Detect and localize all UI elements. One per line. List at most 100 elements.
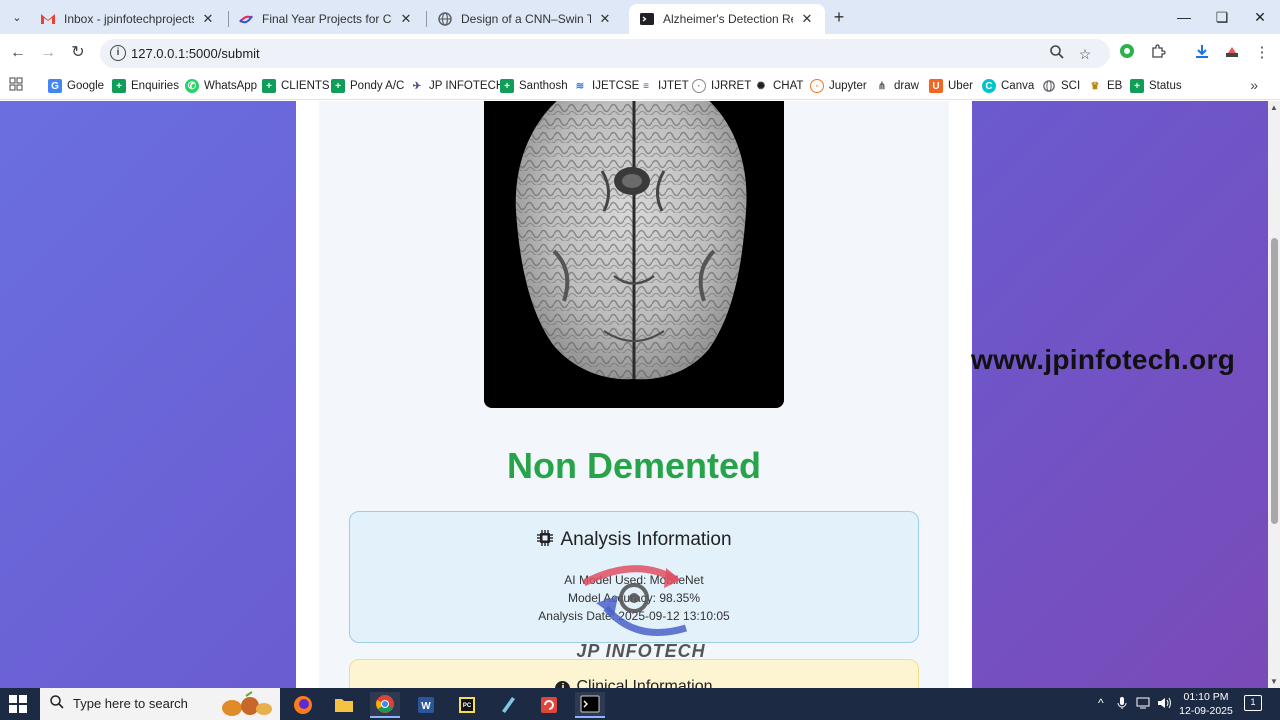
taskbar-search-box[interactable]: Type here to search xyxy=(40,688,280,720)
bookmark-sci[interactable]: SCI xyxy=(1042,76,1080,96)
tab-final-year-projects[interactable]: Final Year Projects for Compute ✕ xyxy=(228,4,424,34)
bookmark-jupyter[interactable]: ◦ Jupyter xyxy=(810,76,867,96)
canva-icon: C xyxy=(982,79,996,93)
reload-icon[interactable]: ↻ xyxy=(68,43,88,63)
scroll-up-arrow-icon[interactable]: ▲ xyxy=(1270,103,1278,112)
microphone-icon[interactable] xyxy=(1117,696,1127,713)
scrollbar-thumb[interactable] xyxy=(1271,238,1278,524)
volume-icon[interactable] xyxy=(1157,696,1173,713)
jp-infotech-logo-watermark: JP INFOTECH xyxy=(566,558,716,663)
website-watermark: www.jpinfotech.org xyxy=(971,344,1236,375)
forward-arrow-icon[interactable]: → xyxy=(38,43,58,63)
tray-expand-icon[interactable]: ^ xyxy=(1098,696,1104,710)
page-scrollbar[interactable]: ▲ ▼ xyxy=(1268,101,1280,688)
bookmark-label: JP INFOTECH xyxy=(429,80,505,92)
svg-text:PC: PC xyxy=(463,703,472,709)
bookmark-uber[interactable]: U Uber xyxy=(929,76,973,96)
bookmark-jp-infotech[interactable]: ✈ JP INFOTECH xyxy=(410,76,504,96)
bookmark-label: IJTET xyxy=(658,80,689,92)
profile-icon[interactable] xyxy=(1222,43,1242,63)
sheets-icon: + xyxy=(331,79,345,93)
bookmark-pondy-ac[interactable]: + Pondy A/C xyxy=(331,76,404,96)
close-icon[interactable]: ✕ xyxy=(200,11,216,27)
close-icon[interactable]: ✕ xyxy=(597,11,613,27)
bookmark-star-icon[interactable]: ☆ xyxy=(1076,45,1094,63)
tab-title: Final Year Projects for Compute xyxy=(262,12,392,26)
minimize-icon[interactable]: — xyxy=(1164,4,1204,30)
terminal-app-icon[interactable] xyxy=(575,692,605,718)
clinical-info-title: Clinical Information xyxy=(576,678,713,688)
file-explorer-icon[interactable] xyxy=(329,692,359,718)
bookmark-enquiries[interactable]: + Enquiries xyxy=(112,76,179,96)
scroll-down-arrow-icon[interactable]: ▼ xyxy=(1270,677,1278,686)
word-icon[interactable]: W xyxy=(411,692,441,718)
bookmark-ijtet[interactable]: ≡ IJTET xyxy=(639,76,689,96)
tab-search-icon[interactable]: ⌄ xyxy=(6,7,28,27)
bookmark-label: Status xyxy=(1149,80,1182,92)
extension-green-icon[interactable] xyxy=(1117,43,1137,63)
jp-logo-icon xyxy=(238,11,254,27)
analysis-info-header: Analysis Information xyxy=(350,529,918,551)
pycharm-icon[interactable]: PC xyxy=(452,692,482,718)
site-info-icon[interactable]: i xyxy=(110,45,126,61)
bookmark-canva[interactable]: C Canva xyxy=(982,76,1034,96)
firefox-icon[interactable] xyxy=(288,692,318,718)
bookmark-clients[interactable]: + CLIENTS xyxy=(262,76,330,96)
windows-start-icon[interactable] xyxy=(8,694,28,714)
tab-alzheimers-results[interactable]: Alzheimer's Detection Results ✕ xyxy=(629,4,825,34)
bookmark-label: IJRRET xyxy=(711,80,752,92)
bookmark-label: SCI xyxy=(1061,80,1081,92)
search-placeholder: Type here to search xyxy=(73,696,188,711)
url-text: 127.0.0.1:5000/submit xyxy=(131,46,260,61)
bookmark-google[interactable]: G Google xyxy=(48,76,104,96)
bookmark-ijrret[interactable]: · IJRRET xyxy=(692,76,751,96)
notepad-icon[interactable] xyxy=(493,692,523,718)
ijetcse-icon: ≋ xyxy=(575,80,585,92)
jupyter-icon: ◦ xyxy=(810,79,824,93)
zoom-icon[interactable] xyxy=(1048,45,1066,63)
close-icon[interactable]: ✕ xyxy=(398,11,414,27)
close-icon[interactable]: ✕ xyxy=(799,11,815,27)
tab-title: Alzheimer's Detection Results xyxy=(663,12,793,26)
whatsapp-icon: ✆ xyxy=(185,79,199,93)
sheets-icon: + xyxy=(1130,79,1144,93)
restore-icon[interactable]: ❏ xyxy=(1202,4,1242,30)
bookmark-draw[interactable]: ⋔ draw xyxy=(875,76,919,96)
system-clock[interactable]: 01:10 PM 12-09-2025 xyxy=(1176,690,1236,718)
download-icon[interactable] xyxy=(1192,43,1212,63)
bookmark-label: WhatsApp xyxy=(204,80,258,92)
network-icon[interactable] xyxy=(1136,696,1152,713)
sheets-icon: + xyxy=(500,79,514,93)
window-close-icon[interactable]: ✕ xyxy=(1240,4,1280,30)
back-arrow-icon[interactable]: ← xyxy=(8,43,28,63)
tab-cnn-swin-design[interactable]: Design of a CNN–Swin Transfor ✕ xyxy=(427,4,623,34)
logo-text: JP INFOTECH xyxy=(576,641,706,661)
bookmark-label: CLIENTS xyxy=(281,80,330,92)
tab-gmail[interactable]: Inbox - jpinfotechprojects@gm ✕ xyxy=(30,4,226,34)
bookmark-label: draw xyxy=(894,80,919,92)
bookmarks-overflow-icon[interactable]: » xyxy=(1250,77,1258,93)
bookmark-santhosh[interactable]: + Santhosh xyxy=(500,76,568,96)
bookmark-chat[interactable]: ✺ CHAT xyxy=(754,76,804,96)
bookmark-label: Enquiries xyxy=(131,80,179,92)
search-icon xyxy=(50,695,64,712)
bookmark-ijetcse[interactable]: ≋ IJETCSE xyxy=(573,76,640,96)
globe-icon xyxy=(1042,79,1056,93)
new-tab-plus-icon[interactable]: + xyxy=(828,7,850,27)
address-bar[interactable]: i 127.0.0.1:5000/submit ☆ xyxy=(100,39,1110,68)
bookmark-whatsapp[interactable]: ✆ WhatsApp xyxy=(185,76,257,96)
bookmark-label: IJETCSE xyxy=(592,80,640,92)
chrome-icon[interactable] xyxy=(370,692,400,718)
apps-grid-icon[interactable] xyxy=(9,77,25,93)
bookmark-label: Santhosh xyxy=(519,80,568,92)
notification-center-icon[interactable]: 1 xyxy=(1244,695,1262,711)
menu-kebab-icon[interactable]: ⋮ xyxy=(1252,43,1272,63)
red-app-icon[interactable] xyxy=(534,692,564,718)
extensions-puzzle-icon[interactable] xyxy=(1148,43,1168,63)
gmail-icon xyxy=(40,11,56,27)
eb-icon: ♛ xyxy=(1090,80,1100,92)
bookmark-eb[interactable]: ♛ EB xyxy=(1088,76,1123,96)
info-circle-icon: i xyxy=(555,681,571,688)
page-viewport: Non Demented Analysis Information AI Mod… xyxy=(0,101,1268,688)
bookmark-status[interactable]: + Status xyxy=(1130,76,1182,96)
